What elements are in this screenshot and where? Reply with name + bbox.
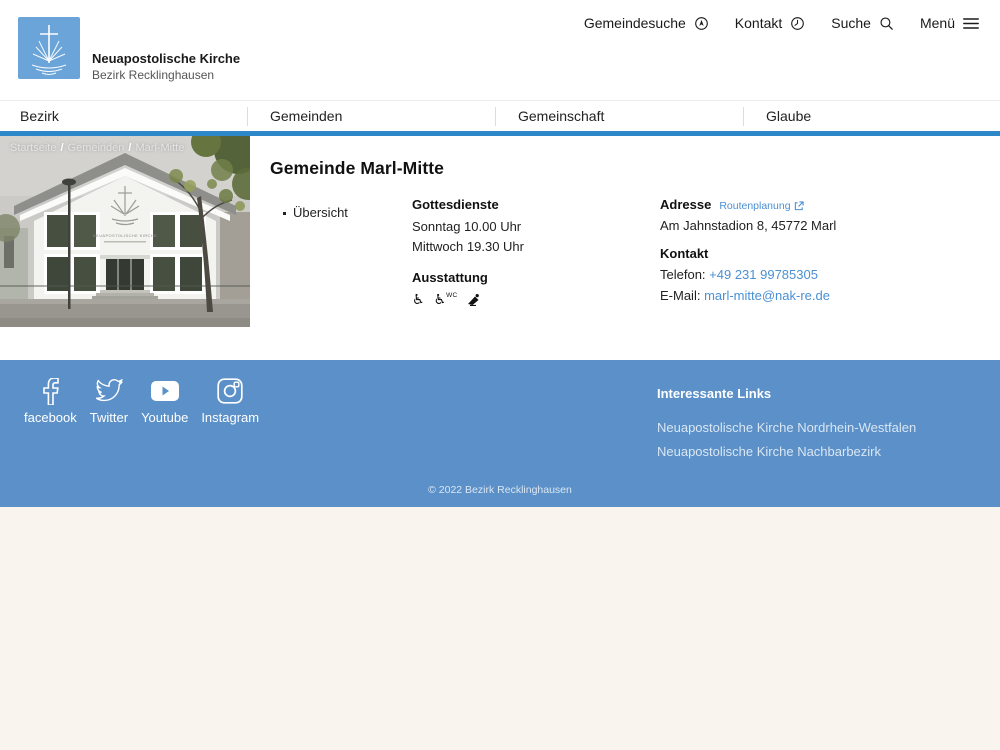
twitter-icon bbox=[95, 379, 123, 403]
nav-divider bbox=[247, 107, 248, 126]
content-area: NEUAPOSTOLISCHE KIRCHE bbox=[0, 136, 1000, 360]
clock-icon bbox=[789, 15, 806, 32]
assistive-listening-icon bbox=[467, 293, 480, 306]
brand-text: Neuapostolische Kirche Bezirk Recklingha… bbox=[92, 51, 240, 82]
meta-label: Suche bbox=[831, 15, 871, 31]
meta-nav: Gemeindesuche Kontakt Suche bbox=[584, 11, 980, 35]
building-sign: NEUAPOSTOLISCHE KIRCHE bbox=[93, 233, 158, 238]
service-time: Sonntag 10.00 Uhr bbox=[412, 217, 524, 237]
social-link-twitter[interactable]: Twitter bbox=[90, 377, 128, 425]
service-time: Mittwoch 19.30 Uhr bbox=[412, 237, 524, 257]
site-header: Neuapostolische Kirche Bezirk Recklingha… bbox=[0, 0, 1000, 100]
social-label: Instagram bbox=[201, 410, 259, 425]
wc-label: WC bbox=[446, 292, 457, 299]
search-icon bbox=[878, 15, 895, 32]
address-column: Adresse Routenplanung Am Jahnstadion 8, … bbox=[660, 197, 836, 306]
route-planning-link[interactable]: Routenplanung bbox=[719, 200, 803, 212]
church-logo[interactable] bbox=[18, 17, 80, 79]
footer-link-nrw[interactable]: Neuapostolische Kirche Nordrhein-Westfal… bbox=[657, 416, 916, 440]
phone-link[interactable]: +49 231 99785305 bbox=[709, 267, 818, 282]
subnav-item-uebersicht[interactable]: Übersicht bbox=[293, 205, 348, 220]
brand-title: Neuapostolische Kirche bbox=[92, 51, 240, 67]
equipment-icons: ♿ ♿WC bbox=[412, 291, 524, 308]
bullet-marker bbox=[283, 212, 286, 215]
meta-label: Menü bbox=[920, 15, 955, 31]
social-link-instagram[interactable]: Instagram bbox=[201, 377, 259, 425]
footer-links-heading: Interessante Links bbox=[657, 386, 916, 401]
footer-links: Interessante Links Neuapostolische Kirch… bbox=[657, 386, 916, 464]
meta-item-suche[interactable]: Suche bbox=[831, 15, 895, 32]
breadcrumb-gemeinden[interactable]: Gemeinden bbox=[68, 142, 125, 154]
church-photo: NEUAPOSTOLISCHE KIRCHE bbox=[0, 136, 250, 327]
meta-label: Gemeindesuche bbox=[584, 15, 686, 31]
social-link-youtube[interactable]: Youtube bbox=[141, 377, 188, 425]
meta-item-kontakt[interactable]: Kontakt bbox=[735, 15, 806, 32]
contact-heading: Kontakt bbox=[660, 246, 836, 261]
email-label: E-Mail: bbox=[660, 288, 704, 303]
facebook-icon bbox=[41, 378, 59, 405]
breadcrumb-separator: / bbox=[128, 142, 131, 154]
route-planning-label: Routenplanung bbox=[719, 200, 790, 212]
nav-divider bbox=[743, 107, 744, 126]
breadcrumb: Startseite/Gemeinden/Marl-Mitte bbox=[10, 142, 184, 154]
meta-item-menu[interactable]: Menü bbox=[920, 15, 980, 31]
nav-item-gemeinden[interactable]: Gemeinden bbox=[270, 101, 342, 132]
nav-item-bezirk[interactable]: Bezirk bbox=[20, 101, 59, 132]
footer-link-nachbarbezirk[interactable]: Neuapostolische Kirche Nachbarbezirk bbox=[657, 440, 916, 464]
street-address: Am Jahnstadion 8, 45772 Marl bbox=[660, 215, 836, 236]
site-footer: facebook Twitter Youtube bbox=[0, 360, 1000, 507]
email-link[interactable]: marl-mitte@nak-re.de bbox=[704, 288, 830, 303]
nav-item-glaube[interactable]: Glaube bbox=[766, 101, 811, 132]
page: Neuapostolische Kirche Bezirk Recklingha… bbox=[0, 0, 1000, 750]
social-link-facebook[interactable]: facebook bbox=[24, 377, 77, 425]
nav-item-gemeinschaft[interactable]: Gemeinschaft bbox=[518, 101, 604, 132]
social-label: Youtube bbox=[141, 410, 188, 425]
youtube-icon bbox=[150, 380, 180, 402]
accessible-wc-icon: ♿WC bbox=[434, 291, 458, 308]
meta-item-gemeindesuche[interactable]: Gemeindesuche bbox=[584, 15, 710, 32]
phone-label: Telefon: bbox=[660, 267, 709, 282]
meta-label: Kontakt bbox=[735, 15, 782, 31]
address-heading: Adresse bbox=[660, 197, 711, 212]
breadcrumb-current: Marl-Mitte bbox=[135, 142, 184, 154]
copyright: © 2022 Bezirk Recklinghausen bbox=[0, 484, 1000, 496]
cross-rays-icon bbox=[18, 17, 80, 79]
wheelchair-icon: ♿ bbox=[412, 291, 425, 308]
main-nav: Bezirk Gemeinden Gemeinschaft Glaube bbox=[0, 100, 1000, 132]
services-heading: Gottesdienste bbox=[412, 197, 524, 212]
menu-icon bbox=[962, 16, 980, 31]
services-column: Gottesdienste Sonntag 10.00 Uhr Mittwoch… bbox=[412, 197, 524, 308]
page-title: Gemeinde Marl-Mitte bbox=[270, 158, 444, 179]
social-label: Twitter bbox=[90, 410, 128, 425]
social-label: facebook bbox=[24, 410, 77, 425]
church-building-illustration: NEUAPOSTOLISCHE KIRCHE bbox=[0, 136, 250, 327]
social-links: facebook Twitter Youtube bbox=[24, 377, 259, 425]
nav-divider bbox=[495, 107, 496, 126]
brand-subtitle: Bezirk Recklinghausen bbox=[92, 68, 240, 82]
equipment-heading: Ausstattung bbox=[412, 270, 524, 285]
breadcrumb-separator: / bbox=[60, 142, 63, 154]
location-circle-icon bbox=[693, 15, 710, 32]
instagram-icon bbox=[217, 378, 243, 404]
subnav: Übersicht bbox=[283, 205, 348, 220]
breadcrumb-startseite[interactable]: Startseite bbox=[10, 142, 56, 154]
external-link-icon bbox=[794, 201, 804, 211]
